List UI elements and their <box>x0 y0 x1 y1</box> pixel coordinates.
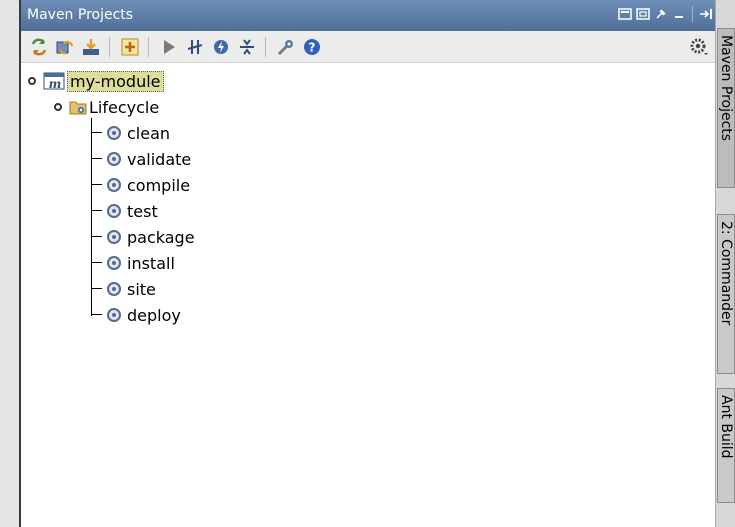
tab-label: Ant Build <box>718 395 734 459</box>
reimport-icon[interactable] <box>27 35 51 59</box>
goal-package[interactable]: package <box>107 225 195 249</box>
maven-projects-panel: Maven Projects ? m my-module Lifecycle c… <box>21 0 715 527</box>
goal-install[interactable]: install <box>107 251 175 275</box>
hide-icon[interactable] <box>699 7 713 21</box>
tree-connector <box>92 210 102 211</box>
float-mode-icon[interactable] <box>636 7 650 21</box>
goal-label: deploy <box>127 305 181 325</box>
tab-ant-build[interactable]: Ant Build <box>717 388 735 503</box>
maven-tree: m my-module Lifecycle clean validate com… <box>21 66 715 527</box>
goal-label: site <box>127 279 156 299</box>
panel-title: Maven Projects <box>27 7 134 23</box>
tree-connector <box>91 118 92 316</box>
add-maven-project-icon[interactable] <box>118 35 142 59</box>
run-icon[interactable] <box>157 35 181 59</box>
title-separator <box>692 6 693 22</box>
goal-label: install <box>127 253 175 273</box>
panel-title-bar: Maven Projects <box>21 0 715 31</box>
goal-test[interactable]: test <box>107 199 158 223</box>
tree-connector <box>92 184 102 185</box>
tab-label: Maven Projects <box>718 35 734 142</box>
tree-connector <box>92 288 102 289</box>
tree-connector <box>92 158 102 159</box>
svg-text:m: m <box>49 77 62 90</box>
collapse-all-icon[interactable] <box>235 35 259 59</box>
lifecycle-folder-icon <box>69 101 87 115</box>
tree-connector <box>92 314 102 315</box>
generate-sources-icon[interactable] <box>53 35 77 59</box>
toolbar-separator <box>265 36 266 57</box>
svg-text:?: ? <box>309 40 316 54</box>
goal-label: test <box>127 201 158 221</box>
goal-label: validate <box>127 149 192 169</box>
tree-connector <box>92 132 102 133</box>
goal-gear-icon <box>107 178 121 192</box>
expand-toggle-icon[interactable] <box>25 74 39 88</box>
toolbar-separator <box>148 36 149 57</box>
tab-label: 2: Commander <box>718 221 734 326</box>
minimize-icon[interactable] <box>672 7 686 21</box>
execute-goal-icon[interactable] <box>209 35 233 59</box>
goal-label: compile <box>127 175 191 195</box>
tab-commander[interactable]: 2: Commander <box>717 214 735 374</box>
goal-deploy[interactable]: deploy <box>107 303 181 327</box>
download-icon[interactable] <box>79 35 103 59</box>
toolbar-separator <box>109 36 110 57</box>
goal-label: clean <box>127 123 171 143</box>
gear-icon[interactable] <box>687 35 711 59</box>
goal-gear-icon <box>107 126 121 140</box>
tree-connector <box>92 236 102 237</box>
window-mode-icon[interactable] <box>618 7 632 21</box>
tree-node-module[interactable]: m my-module <box>25 69 164 93</box>
goal-compile[interactable]: compile <box>107 173 190 197</box>
settings-icon[interactable] <box>274 35 298 59</box>
goal-gear-icon <box>107 204 121 218</box>
goal-site[interactable]: site <box>107 277 156 301</box>
pin-icon[interactable] <box>654 7 668 21</box>
goal-clean[interactable]: clean <box>107 121 170 145</box>
maven-toolbar: ? <box>21 31 715 63</box>
goal-validate[interactable]: validate <box>107 147 191 171</box>
tree-node-lifecycle[interactable]: Lifecycle <box>51 95 159 119</box>
lifecycle-label: Lifecycle <box>89 97 160 117</box>
goal-gear-icon <box>107 230 121 244</box>
left-tool-strip <box>0 0 19 527</box>
toggle-offline-icon[interactable] <box>183 35 207 59</box>
right-tool-window-strip: Maven Projects 2: Commander Ant Build <box>715 0 735 527</box>
tab-maven-projects[interactable]: Maven Projects <box>717 28 735 188</box>
goal-label: package <box>127 227 195 247</box>
module-label: my-module <box>67 70 164 92</box>
help-icon[interactable]: ? <box>300 35 324 59</box>
goal-gear-icon <box>107 282 121 296</box>
maven-module-icon: m <box>43 72 65 90</box>
tree-connector <box>92 262 102 263</box>
expand-toggle-icon[interactable] <box>51 100 65 114</box>
title-controls <box>618 6 713 22</box>
goal-gear-icon <box>107 308 121 322</box>
goal-gear-icon <box>107 256 121 270</box>
goal-gear-icon <box>107 152 121 166</box>
